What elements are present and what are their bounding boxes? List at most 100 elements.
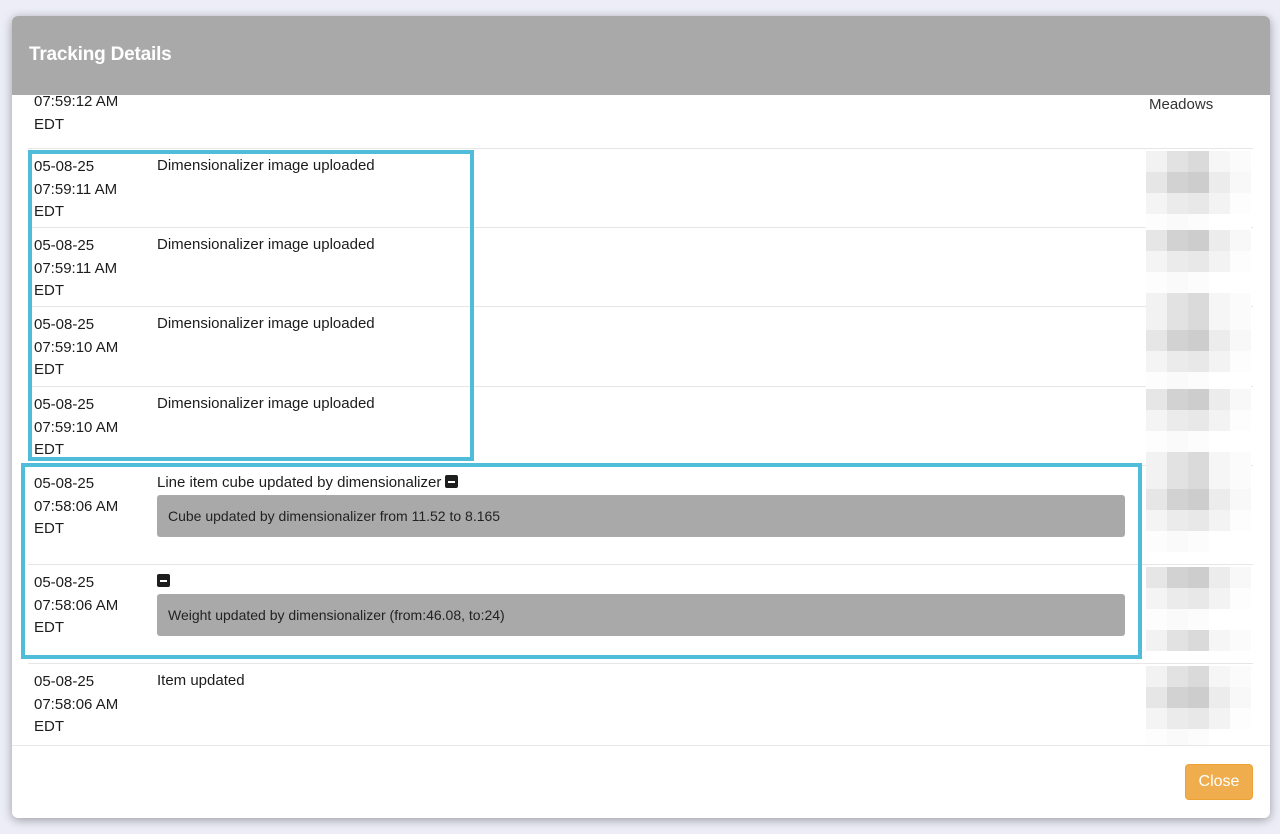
blur-pixel: [1167, 410, 1188, 431]
row-time: 07:59:10 AM: [34, 338, 119, 356]
blur-pixel: [1188, 630, 1209, 651]
row-description: Dimensionalizer image uploaded: [157, 157, 375, 174]
table-row: 07:59:12 AM EDT Meadows: [28, 95, 1253, 149]
blur-pixel: [1209, 708, 1230, 729]
modal-body[interactable]: 07:59:12 AM EDT Meadows 05-08-25 07:59:1…: [12, 95, 1270, 745]
row-user: Meadows: [1149, 96, 1214, 113]
table-row: 05-08-25 07:58:06 AM EDT Item updated: [28, 664, 1253, 745]
blur-pixel: [1209, 687, 1230, 708]
table-row: 05-08-25 07:59:10 AM EDT Dimensionalizer…: [28, 307, 1253, 393]
blur-pixel: [1209, 531, 1230, 552]
blur-pixel: [1146, 330, 1167, 351]
blur-pixel: [1188, 666, 1209, 687]
blur-pixel: [1167, 251, 1188, 272]
blur-pixel: [1209, 230, 1230, 251]
table-row: 05-08-25 07:58:06 AM EDT Line item cube …: [28, 466, 1253, 565]
blur-pixel: [1230, 531, 1251, 552]
close-button[interactable]: Close: [1185, 764, 1253, 800]
blur-pixel: [1167, 666, 1188, 687]
blur-pixel: [1167, 708, 1188, 729]
blur-pixel: [1209, 489, 1230, 510]
blur-pixel: [1188, 431, 1209, 452]
blur-pixel: [1209, 510, 1230, 531]
row-tz: EDT: [34, 115, 64, 133]
blur-pixel: [1209, 251, 1230, 272]
blur-pixel: [1188, 567, 1209, 588]
blur-pixel: [1167, 309, 1188, 330]
blur-pixel: [1209, 330, 1230, 351]
blur-pixel: [1146, 729, 1167, 745]
user-avatar-blurred: [1146, 567, 1251, 651]
blur-pixel: [1167, 172, 1188, 193]
blur-pixel: [1167, 272, 1188, 293]
row-date: 05-08-25: [34, 396, 95, 413]
blur-pixel: [1146, 251, 1167, 272]
blur-pixel: [1230, 567, 1251, 588]
row-date: 05-08-25: [34, 237, 95, 254]
blur-pixel: [1230, 666, 1251, 687]
row-description: Line item cube updated by dimensionalize…: [157, 474, 442, 491]
blur-pixel: [1188, 687, 1209, 708]
blur-pixel: [1167, 588, 1188, 609]
row-tz: EDT: [34, 520, 64, 537]
user-avatar-blurred: [1146, 666, 1251, 745]
blur-pixel: [1230, 489, 1251, 510]
blur-pixel: [1209, 588, 1230, 609]
blur-pixel: [1230, 588, 1251, 609]
blur-pixel: [1146, 531, 1167, 552]
blur-pixel: [1188, 230, 1209, 251]
blur-pixel: [1188, 729, 1209, 745]
row-description: Dimensionalizer image uploaded: [157, 395, 375, 412]
blur-pixel: [1146, 510, 1167, 531]
blur-pixel: [1167, 468, 1188, 489]
blur-pixel: [1209, 193, 1230, 214]
blur-pixel: [1209, 567, 1230, 588]
blur-pixel: [1167, 630, 1188, 651]
blur-pixel: [1188, 708, 1209, 729]
blur-pixel: [1146, 309, 1167, 330]
detail-box: Weight updated by dimensionalizer (from:…: [157, 594, 1125, 636]
row-time: 07:58:06 AM: [34, 596, 119, 614]
blur-pixel: [1209, 410, 1230, 431]
row-description: Item updated: [157, 672, 245, 689]
row-tz: EDT: [34, 361, 64, 378]
blur-pixel: [1167, 193, 1188, 214]
row-date: 05-08-25: [34, 316, 95, 333]
blur-pixel: [1230, 230, 1251, 251]
blur-pixel: [1188, 151, 1209, 172]
blur-pixel: [1167, 729, 1188, 745]
blur-pixel: [1230, 431, 1251, 452]
blur-pixel: [1146, 708, 1167, 729]
row-time: 07:58:06 AM: [34, 695, 119, 713]
blur-pixel: [1209, 431, 1230, 452]
blur-pixel: [1230, 151, 1251, 172]
row-date: 05-08-25: [34, 574, 95, 591]
blur-pixel: [1230, 389, 1251, 410]
minus-square-icon[interactable]: [445, 475, 459, 488]
blur-pixel: [1209, 666, 1230, 687]
modal-title: Tracking Details: [29, 44, 172, 65]
blur-pixel: [1146, 609, 1167, 630]
user-avatar-blurred: [1146, 468, 1251, 552]
blur-pixel: [1146, 489, 1167, 510]
blur-pixel: [1146, 567, 1167, 588]
blur-pixel: [1167, 687, 1188, 708]
blur-pixel: [1188, 389, 1209, 410]
blur-pixel: [1146, 630, 1167, 651]
blur-pixel: [1188, 272, 1209, 293]
blur-pixel: [1167, 431, 1188, 452]
blur-pixel: [1167, 531, 1188, 552]
blur-pixel: [1230, 410, 1251, 431]
blur-pixel: [1188, 410, 1209, 431]
blur-pixel: [1230, 729, 1251, 745]
minus-square-icon[interactable]: [157, 574, 170, 587]
table-row: 05-08-25 07:59:11 AM EDT Dimensionalizer…: [28, 149, 1253, 235]
blur-pixel: [1188, 172, 1209, 193]
blur-pixel: [1146, 272, 1167, 293]
blur-pixel: [1167, 330, 1188, 351]
blur-pixel: [1146, 172, 1167, 193]
row-time: 07:59:11 AM: [34, 259, 118, 277]
row-date: 05-08-25: [34, 475, 95, 492]
blur-pixel: [1230, 309, 1251, 330]
row-time: 07:59:10 AM: [34, 418, 119, 436]
